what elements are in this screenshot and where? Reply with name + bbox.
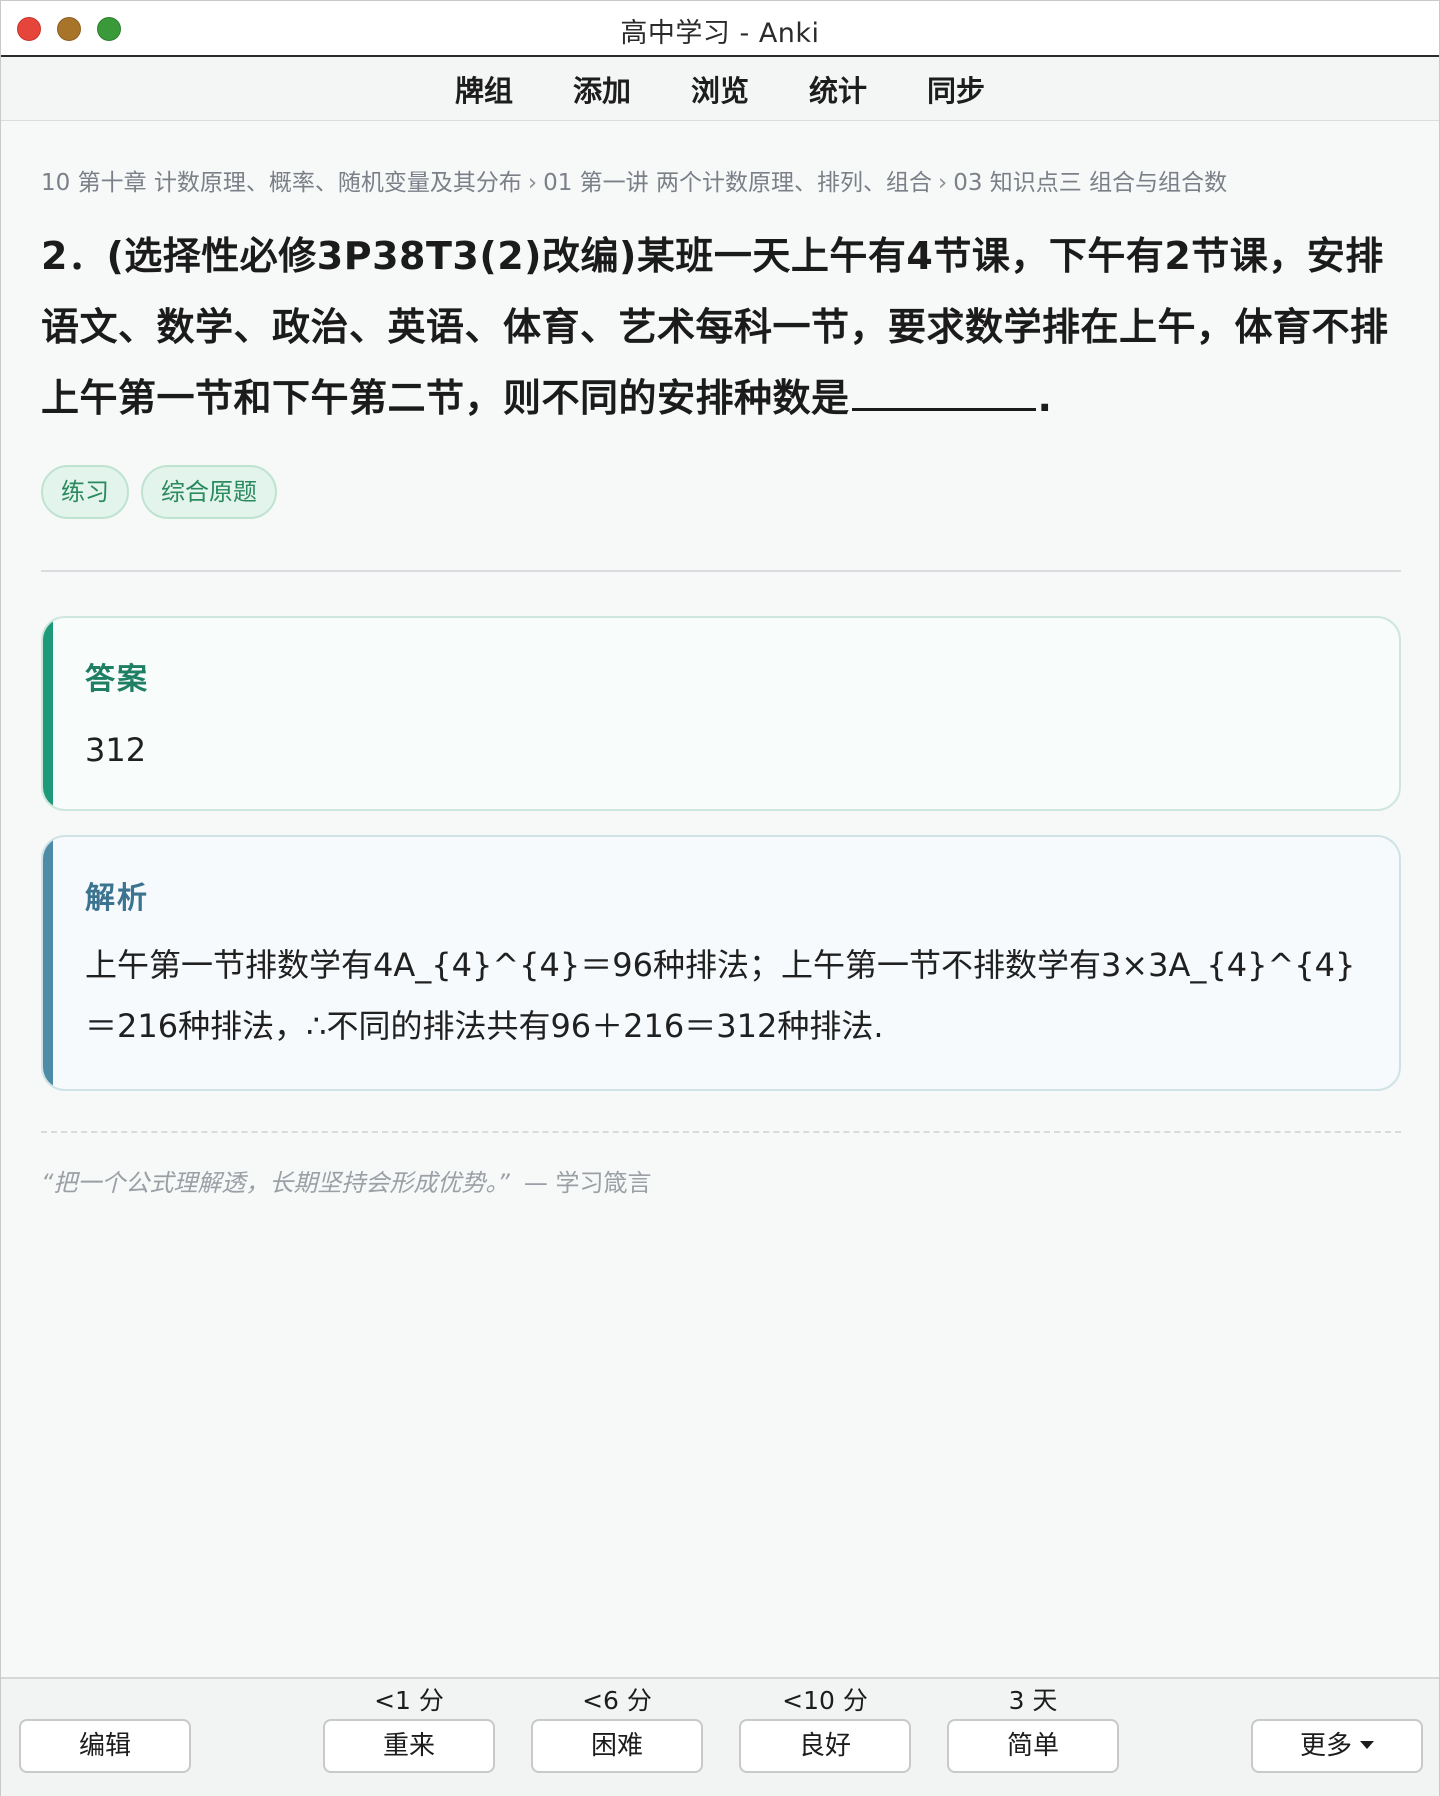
title-bar: 高中学习 - Anki [1,1,1439,57]
analysis-accent-bar [43,837,53,1089]
analysis-card: 解析 上午第一节排数学有4A_{4}^{4}＝96种排法；上午第一节不排数学有3… [41,835,1401,1091]
again-button[interactable]: 重来 [323,1719,495,1773]
question-end: . [1037,376,1053,420]
answer-accent-bar [43,618,53,809]
answer-card: 答案 312 [41,616,1401,811]
toolbar-stats[interactable]: 统计 [807,68,869,110]
tag-list: 练习 综合原题 [41,465,277,519]
breadcrumb-chapter: 10 第十章 计数原理、概率、随机变量及其分布 [41,170,522,196]
good-interval: <10 分 [782,1686,868,1715]
toolbar-add[interactable]: 添加 [571,68,633,110]
toolbar-decks[interactable]: 牌组 [453,68,515,110]
breadcrumb-separator: › [937,170,948,196]
study-motto: “把一个公式理解透，长期坚持会形成优势。” — 学习箴言 [41,1163,652,1198]
deck-breadcrumb: 10 第十章 计数原理、概率、随机变量及其分布 › 01 第一讲 两个计数原理、排列… [41,163,1227,197]
motto-quote: “把一个公式理解透，长期坚持会形成优势。” [41,1169,510,1197]
more-label: 更多 [1299,1731,1352,1761]
answer-value: 312 [85,731,147,769]
main-toolbar: 牌组 添加 浏览 统计 同步 [1,57,1439,121]
answer-blank [851,371,1036,411]
easy-interval: 3 天 [1008,1686,1058,1715]
breadcrumb-knowledge-point: 03 知识点三 组合与组合数 [953,170,1228,196]
edit-button[interactable]: 编辑 [19,1719,191,1773]
good-button[interactable]: 良好 [739,1719,911,1773]
tag-comprehensive[interactable]: 综合原题 [141,465,277,519]
analysis-title: 解析 [85,881,149,916]
tag-practice[interactable]: 练习 [41,465,129,519]
question-text: 2．(选择性必修3P38T3(2)改编)某班一天上午有4节课，下午有2节课，安排… [41,221,1401,434]
breadcrumb-lecture: 01 第一讲 两个计数原理、排列、组合 [543,170,932,196]
easy-button[interactable]: 简单 [947,1719,1119,1773]
breadcrumb-separator: › [527,170,538,196]
question-body: 2．(选择性必修3P38T3(2)改编)某班一天上午有4节课，下午有2节课，安排… [41,234,1389,420]
section-divider [41,570,1401,572]
motto-source: — 学习箴言 [523,1169,652,1197]
review-bottom-bar: 编辑 <1 分 重来 <6 分 困难 <10 分 良好 3 天 简单 更多 [1,1677,1439,1796]
again-interval: <1 分 [374,1686,444,1715]
analysis-text: 上午第一节排数学有4A_{4}^{4}＝96种排法；上午第一节不排数学有3×3A… [85,946,1356,1045]
hard-button[interactable]: 困难 [531,1719,703,1773]
toolbar-sync[interactable]: 同步 [925,68,987,110]
more-button[interactable]: 更多 [1251,1719,1423,1773]
hard-interval: <6 分 [582,1686,652,1715]
dashed-divider [41,1131,1401,1133]
window-title: 高中学习 - Anki [620,18,820,49]
chevron-down-icon [1360,1740,1374,1749]
toolbar-browse[interactable]: 浏览 [689,68,751,110]
answer-title: 答案 [85,662,149,697]
anki-window: 高中学习 - Anki 牌组 添加 浏览 统计 同步 10 第十章 计数原理、概… [0,0,1440,1796]
